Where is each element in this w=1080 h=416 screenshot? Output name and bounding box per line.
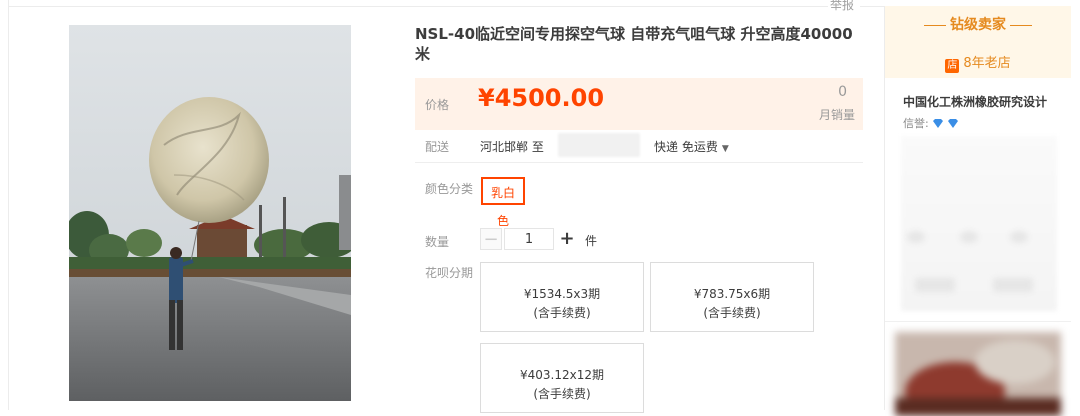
credit-label: 信誉:	[903, 117, 929, 130]
blurred-element	[960, 231, 978, 243]
caret-down-icon: ▼	[721, 144, 729, 154]
credit-rating: 信誉:	[903, 115, 958, 131]
quantity-label: 数量	[425, 235, 450, 249]
divider	[8, 0, 9, 410]
color-option-milk-white[interactable]: 乳白色	[481, 177, 525, 228]
price-panel: 价格 ¥4500.00 0 月销量	[415, 78, 863, 130]
blurred-element	[1010, 231, 1028, 243]
divider	[8, 6, 828, 7]
shop-icon: 店	[945, 59, 960, 73]
quantity-increase-button[interactable]: +	[556, 228, 578, 250]
shipping-method-label: 快递 免运费	[654, 140, 718, 154]
promo-image[interactable]	[895, 332, 1061, 416]
shipping-method[interactable]: 快递 免运费 ▼	[654, 138, 729, 155]
installment-fee: (含手续费)	[533, 387, 591, 401]
quantity-unit: 件	[585, 234, 598, 248]
report-link[interactable]: 举报	[830, 0, 854, 13]
price-label: 价格	[425, 98, 450, 112]
destination-selector[interactable]	[558, 133, 640, 157]
divider	[885, 321, 1071, 322]
diamond-icon	[947, 119, 958, 128]
installment-option-12[interactable]: ¥403.12x12期 (含手续费)	[480, 343, 644, 413]
blurred-element	[907, 231, 925, 243]
product-page: 举报 NSL-40临近空间专用探空气球 自带充气咀气球 升空高度40000米 价…	[0, 0, 1080, 416]
installment-fee: (含手续费)	[703, 306, 761, 320]
seller-grade-label: 钻级卖家	[950, 17, 1006, 33]
quantity-decrease-button[interactable]: −	[480, 228, 502, 250]
shop-age: 店 8年老店	[885, 52, 1071, 73]
monthly-sales-label: 月销量	[818, 108, 855, 122]
installment-amount: ¥403.12x12期	[520, 368, 604, 382]
shipping-label: 配送	[425, 140, 450, 154]
seller-grade: 钻级卖家	[885, 14, 1071, 34]
color-label: 颜色分类	[425, 182, 474, 196]
seller-header: 钻级卖家 店 8年老店	[885, 6, 1071, 78]
quantity-input[interactable]: 1	[504, 228, 554, 250]
monthly-sales-count: 0	[838, 84, 847, 100]
blurred-element	[915, 278, 955, 292]
ship-origin: 河北邯郸 至	[480, 140, 544, 154]
diamond-icon	[933, 119, 944, 128]
price-value: ¥4500.00	[478, 84, 605, 112]
installment-option-6[interactable]: ¥783.75x6期 (含手续费)	[650, 262, 814, 332]
shop-name-link[interactable]: 中国化工株洲橡胶研究设计	[903, 93, 1047, 110]
seller-sidebar: 钻级卖家 店 8年老店 中国化工株洲橡胶研究设计 信誉:	[885, 6, 1071, 416]
divider	[860, 6, 884, 7]
installment-label: 花呗分期	[425, 266, 474, 280]
installment-amount: ¥783.75x6期	[693, 287, 771, 301]
product-photo[interactable]	[69, 25, 351, 401]
blurred-element	[993, 278, 1033, 292]
shop-age-label: 8年老店	[963, 56, 1011, 71]
installment-fee: (含手续费)	[533, 306, 591, 320]
divider	[415, 162, 863, 163]
product-title: NSL-40临近空间专用探空气球 自带充气咀气球 升空高度40000米	[415, 25, 853, 63]
installment-amount: ¥1534.5x3期	[523, 287, 601, 301]
installment-option-3[interactable]: ¥1534.5x3期 (含手续费)	[480, 262, 644, 332]
